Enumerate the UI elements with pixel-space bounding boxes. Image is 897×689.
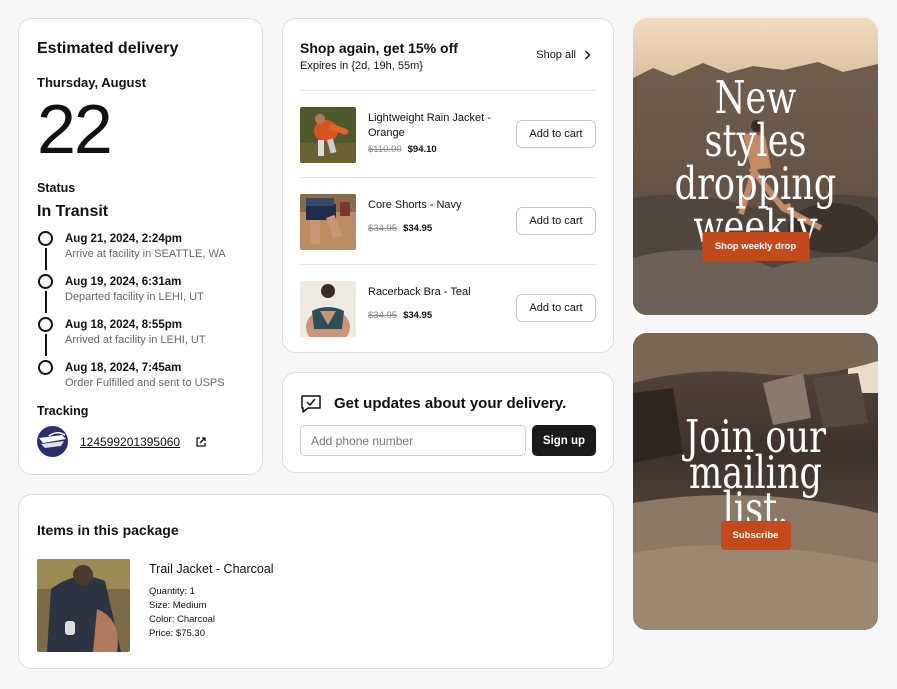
shop-weekly-drop-button[interactable]: Shop weekly drop xyxy=(702,232,809,261)
timeline-item: Aug 18, 2024, 8:55pm Arrived at facility… xyxy=(37,315,257,358)
sale-price: $34.95 xyxy=(403,310,433,321)
product-row: Core Shorts - Navy $34.95 $34.95 Add to c… xyxy=(300,177,596,264)
original-price: $110.00 xyxy=(368,144,402,155)
sign-up-button[interactable]: Sign up xyxy=(532,425,596,456)
product-image[interactable] xyxy=(300,194,356,250)
original-price: $34.95 xyxy=(368,310,398,321)
promo-headline-line: dropping xyxy=(674,157,837,210)
package-item-name: Trail Jacket - Charcoal xyxy=(149,562,274,576)
timeline-desc: Arrived at facility in LEHI, UT xyxy=(65,334,206,346)
timeline-item: Aug 19, 2024, 6:31am Departed facility i… xyxy=(37,272,257,315)
subscribe-button[interactable]: Subscribe xyxy=(720,521,791,550)
shop-again-card: Shop again, get 15% off Expires in {2d, … xyxy=(282,18,614,353)
package-item-details: Quantity: 1 Size: Medium Color: Charcoal… xyxy=(149,585,215,641)
usps-logo-icon xyxy=(37,426,68,457)
add-to-cart-button[interactable]: Add to cart xyxy=(516,120,596,148)
promo-headline-line: mailing list. xyxy=(689,446,822,535)
timeline-connector xyxy=(45,334,47,356)
timeline-dot-icon xyxy=(38,274,53,289)
timeline-desc: Order Fulfilled and sent to USPS xyxy=(65,377,225,389)
product-image[interactable] xyxy=(300,107,356,163)
delivery-card: Estimated delivery Thursday, August 22 S… xyxy=(18,18,263,475)
item-color: Color: Charcoal xyxy=(149,614,215,625)
item-quantity: Quantity: 1 xyxy=(149,586,195,597)
timeline-date: Aug 21, 2024, 2:24pm xyxy=(65,233,182,245)
status-label: Status xyxy=(37,181,76,195)
product-name[interactable]: Lightweight Rain Jacket - Orange xyxy=(368,111,508,141)
item-size: Size: Medium xyxy=(149,600,207,611)
timeline-connector xyxy=(45,291,47,313)
product-image[interactable] xyxy=(300,281,356,337)
product-row: Racerback Bra - Teal $34.95 $34.95 Add to… xyxy=(300,264,596,351)
promo-headline-line: New styles xyxy=(704,71,807,167)
message-check-icon xyxy=(300,393,322,415)
mailing-list-promo: Join our mailing list. Subscribe xyxy=(633,333,878,630)
item-price: Price: $75.30 xyxy=(149,628,205,639)
tracking-timeline: Aug 21, 2024, 2:24pm Arrive at facility … xyxy=(37,229,257,401)
timeline-item: Aug 18, 2024, 7:45am Order Fulfilled and… xyxy=(37,358,257,401)
package-item-image xyxy=(37,559,130,652)
delivery-date-label: Thursday, August xyxy=(37,75,147,90)
timeline-dot-icon xyxy=(38,231,53,246)
timeline-dot-icon xyxy=(38,360,53,375)
tracking-number-link[interactable]: 124599201395060 xyxy=(80,435,180,449)
product-row: Lightweight Rain Jacket - Orange $110.00… xyxy=(300,90,596,177)
timeline-date: Aug 18, 2024, 8:55pm xyxy=(65,319,182,331)
shop-again-expiry: Expires in {2d, 19h, 55m} xyxy=(300,60,423,72)
chevron-right-icon xyxy=(585,50,591,60)
product-price: $34.95 $34.95 xyxy=(368,223,432,234)
product-name[interactable]: Core Shorts - Navy xyxy=(368,198,508,213)
sale-price: $34.95 xyxy=(403,223,433,234)
add-to-cart-button[interactable]: Add to cart xyxy=(516,207,596,235)
add-to-cart-button[interactable]: Add to cart xyxy=(516,294,596,322)
external-link-icon[interactable] xyxy=(195,435,207,447)
phone-number-input[interactable] xyxy=(300,425,526,456)
delivery-title: Estimated delivery xyxy=(37,40,179,57)
updates-title: Get updates about your delivery. xyxy=(334,395,567,412)
promo-headline: Join our mailing list. xyxy=(660,414,851,535)
delivery-day: 22 xyxy=(37,90,113,168)
delivery-updates-card: Get updates about your delivery. Sign up xyxy=(282,372,614,473)
weekly-drop-promo: New styles dropping weekly Shop weekly d… xyxy=(633,18,878,315)
timeline-date: Aug 19, 2024, 6:31am xyxy=(65,276,182,288)
product-name[interactable]: Racerback Bra - Teal xyxy=(368,285,508,300)
status-value: In Transit xyxy=(37,203,109,220)
tracking-label: Tracking xyxy=(37,404,89,418)
original-price: $34.95 xyxy=(368,223,398,234)
timeline-connector xyxy=(45,248,47,270)
shop-again-title: Shop again, get 15% off xyxy=(300,40,458,56)
timeline-desc: Arrive at facility in SEATTLE, WA xyxy=(65,248,226,260)
timeline-item: Aug 21, 2024, 2:24pm Arrive at facility … xyxy=(37,229,257,272)
promo-headline: New styles dropping weekly xyxy=(660,71,851,249)
shop-all-label: Shop all xyxy=(536,49,576,61)
timeline-date: Aug 18, 2024, 7:45am xyxy=(65,362,182,374)
package-items-title: Items in this package xyxy=(37,522,179,538)
timeline-dot-icon xyxy=(38,317,53,332)
timeline-desc: Departed facility in LEHI, UT xyxy=(65,291,204,303)
package-items-card: Items in this package Trail Jacket - Cha… xyxy=(18,494,614,669)
sale-price: $94.10 xyxy=(407,144,437,155)
shop-all-link[interactable]: Shop all xyxy=(536,49,591,61)
product-price: $110.00 $94.10 xyxy=(368,144,437,155)
product-price: $34.95 $34.95 xyxy=(368,310,432,321)
